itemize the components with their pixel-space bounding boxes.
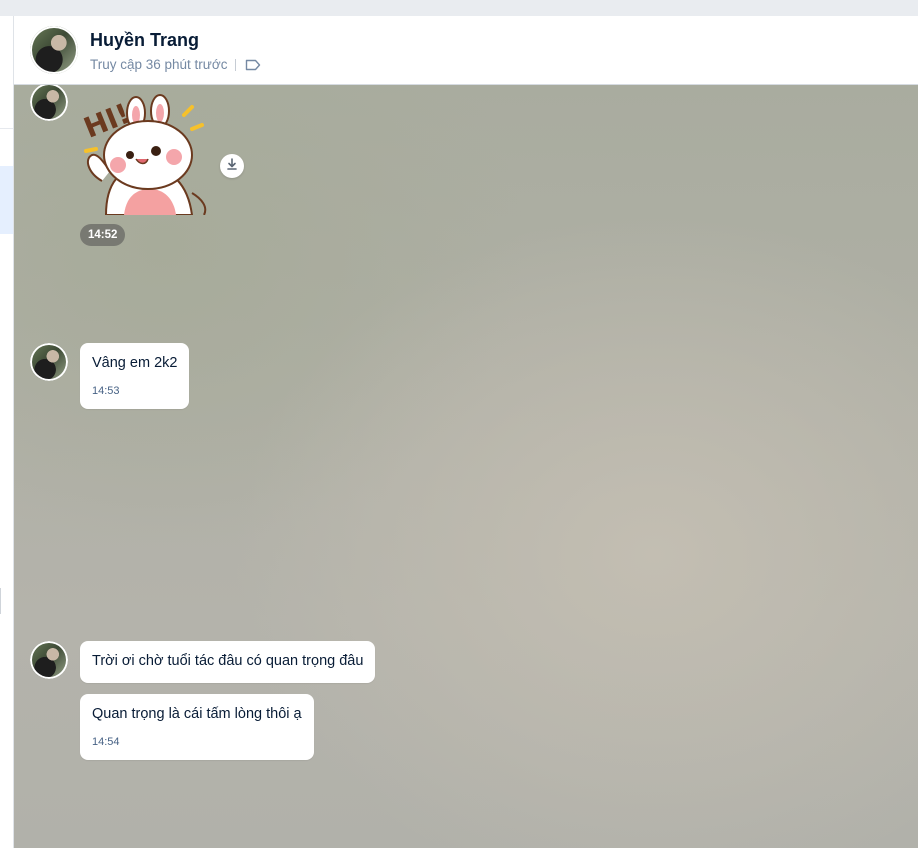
status-divider: [235, 58, 237, 71]
message-text: Vâng em 2k2: [92, 355, 178, 371]
selected-conversation-highlight[interactable]: [0, 166, 13, 234]
message-text: Quan trọng là cái tấm lòng thôi ạ: [92, 706, 302, 722]
last-seen-text: Truy cập 36 phút trước: [90, 57, 228, 72]
sender-avatar[interactable]: [30, 85, 68, 121]
sender-avatar[interactable]: [30, 343, 68, 381]
message-bubble[interactable]: Quan trọng là cái tấm lòng thôi ạ 14:54: [80, 694, 314, 760]
contact-name[interactable]: Huyền Trang: [90, 30, 199, 51]
contact-avatar[interactable]: [30, 26, 78, 74]
chat-header: Huyền Trang Truy cập 36 phút trước: [14, 16, 918, 85]
message-time: 14:53: [92, 385, 120, 397]
sticker-message[interactable]: HI!: [79, 93, 220, 216]
message-area[interactable]: HI! 14:52 Vâng em 2k2 14:53 Trời ơi chờ …: [14, 85, 918, 848]
list-divider: [0, 128, 13, 129]
list-scrollbar[interactable]: [0, 588, 1, 614]
contact-status: Truy cập 36 phút trước: [90, 57, 261, 72]
message-text: Trời ơi chờ tuổi tác đâu có quan trọng đ…: [92, 653, 364, 669]
message-bubble[interactable]: Trời ơi chờ tuổi tác đâu có quan trọng đ…: [80, 641, 376, 683]
download-icon: [225, 157, 239, 176]
conversation-list-edge[interactable]: [0, 16, 14, 848]
sender-avatar[interactable]: [30, 641, 68, 679]
message-bubble[interactable]: Vâng em 2k2 14:53: [80, 343, 189, 409]
message-time: 14:54: [92, 736, 120, 748]
top-strip: [0, 0, 918, 16]
tag-icon[interactable]: [245, 59, 261, 71]
message-time: 14:52: [80, 224, 126, 246]
download-sticker-button[interactable]: [220, 154, 244, 178]
